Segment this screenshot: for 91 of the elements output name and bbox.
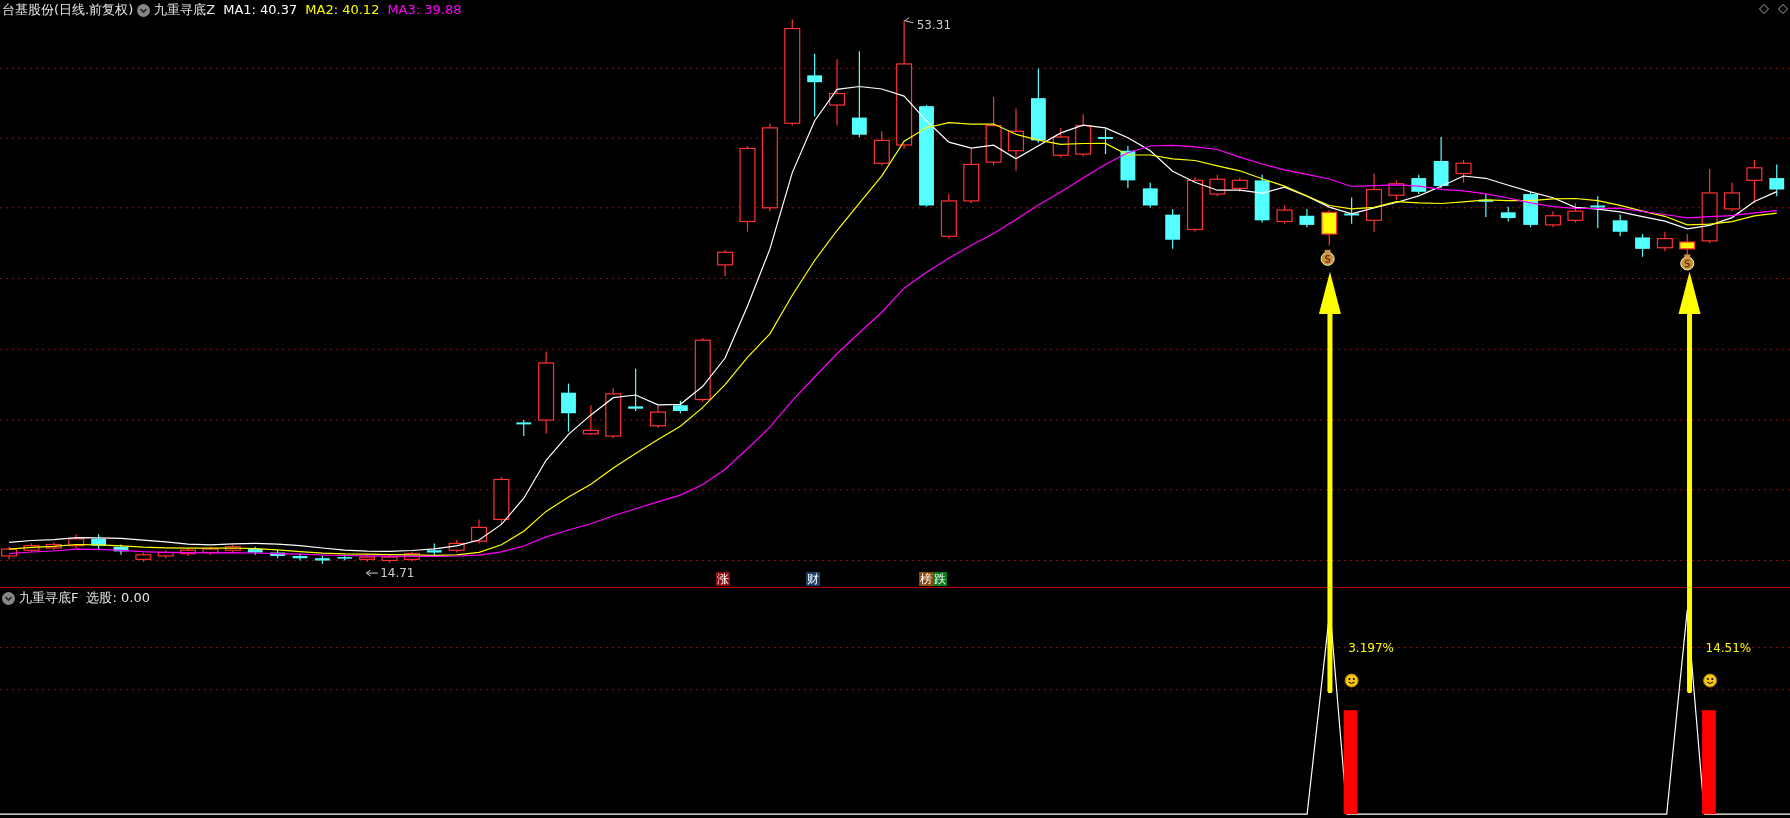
candlestick [68,533,85,549]
candlestick [157,549,174,559]
candlestick [561,382,576,433]
dropdown-icon[interactable] [137,3,151,17]
tag-label: 财 [805,572,820,586]
candlestick [672,400,688,414]
money-bag-icon [1320,249,1335,266]
candlestick [1321,209,1338,247]
candlestick [1433,136,1449,189]
ma-value: MA2: 40.12 [305,1,380,19]
candlestick [23,542,40,554]
candlestick [1165,208,1181,250]
candlestick [1344,196,1360,225]
candlestick [1075,113,1092,157]
price-label: 14.71 [380,564,415,582]
leader-line [903,17,914,24]
candlestick [1052,127,1069,159]
candlestick [1098,128,1113,155]
stock-title: 台基股份(日线.前复权) [2,1,134,19]
indicator-name: 九重寻底Z [154,1,216,19]
candlestick [1209,174,1226,197]
candlestick [1679,233,1696,257]
dropdown-icon[interactable] [2,591,15,605]
candlestick [1500,206,1516,223]
candlestick [426,542,442,556]
candlestick [1299,208,1315,228]
candlestick [403,550,420,563]
candlestick [493,476,510,524]
price-label: 53.31 [916,16,952,34]
candlestick [516,419,532,437]
candlestick [247,546,263,556]
candlestick [1567,202,1584,224]
candlestick [91,533,107,550]
candlestick [1545,210,1562,228]
percent-label: 3.197% [1348,640,1394,658]
candlestick [1411,174,1427,195]
candlestick [963,147,980,204]
candlestick [314,555,330,565]
candlestick [985,96,1002,167]
candlestick [202,546,219,556]
ma-value: MA1: 40.37 [223,1,298,19]
candlestick [180,547,197,557]
candlestick [1769,163,1785,197]
candlestick [717,249,734,277]
candlestick [448,539,465,554]
candlestick [1276,204,1293,225]
candlestick [471,518,488,544]
candlestick [292,553,308,562]
candlestick [135,551,152,563]
candlestick [628,368,644,412]
candlestick [1142,182,1158,209]
candlestick [582,404,599,436]
money-bag-icon [1680,254,1695,271]
candlestick [1478,193,1494,218]
candlestick [829,58,846,127]
candlestick [224,543,241,554]
leader-line [365,569,379,577]
candlestick [1590,195,1606,229]
candlestick [1612,214,1628,237]
candlestick [873,130,890,167]
candlestick [605,387,622,439]
candlestick [359,554,376,563]
candlestick [1008,107,1025,172]
candlestick [694,337,711,403]
candlestick [940,193,957,240]
candlestick [1254,174,1270,224]
tag-label: 榜 [918,572,933,586]
candlestick [1746,159,1763,204]
candlestick [381,554,398,564]
smiley-icon [1344,673,1359,688]
candlestick [1635,233,1650,258]
candlestick [1455,159,1472,184]
candlestick [650,404,667,429]
candlestick [1366,172,1383,233]
percent-label: 14.51% [1705,640,1752,658]
indicator-value: 选股: 0.00 [86,589,150,607]
candlestick [45,541,62,551]
candlestick [1388,179,1405,201]
candlestick [1187,176,1204,233]
candlestick [1120,145,1136,189]
tag-label: 涨 [715,572,730,586]
candlestick [1,546,18,560]
smiley-icon [1703,673,1718,688]
candlestick [807,53,823,118]
candlestick [270,549,286,559]
candlestick [337,554,353,562]
candlestick [1656,231,1673,252]
candlestick [1231,177,1248,193]
indicator-name: 九重寻底F [19,589,79,607]
candlestick [1724,182,1741,212]
ma-value: MA3: 39.88 [387,1,462,19]
